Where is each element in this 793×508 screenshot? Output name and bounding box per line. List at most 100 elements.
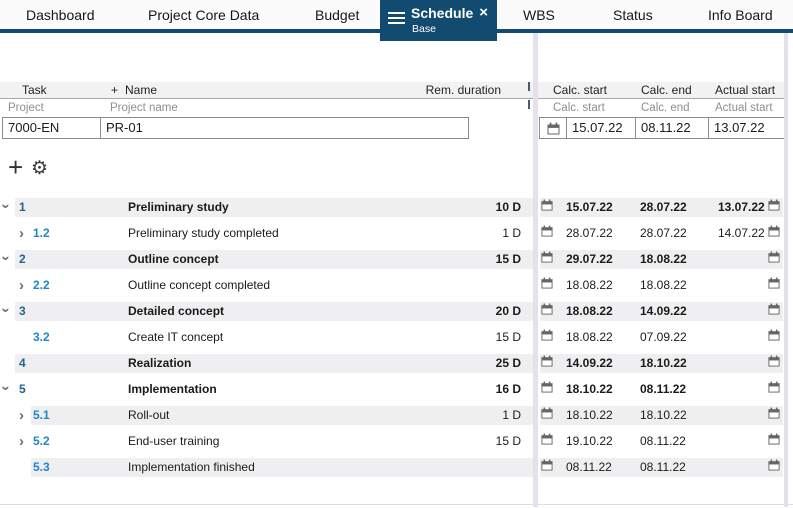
task-row[interactable]: 5.3 Implementation finished 08.11.22 08.… (0, 458, 793, 484)
project-task-input[interactable]: 7000-EN (3, 118, 101, 138)
task-row[interactable]: 3.2 Create IT concept 15 D 18.08.22 07.0… (0, 328, 793, 354)
column-header-rem-duration[interactable]: Rem. duration (426, 82, 501, 99)
task-row[interactable]: › 1.2 Preliminary study completed 1 D 28… (0, 224, 793, 250)
task-rem-duration[interactable]: 1 D (502, 224, 521, 243)
task-calc-start[interactable]: 29.07.22 (566, 250, 613, 269)
tab-project-core-data[interactable]: Project Core Data (148, 7, 259, 23)
task-calc-end[interactable]: 08.11.22 (640, 432, 686, 451)
task-number[interactable]: 4 (19, 354, 26, 373)
task-calc-end[interactable]: 18.10.22 (640, 406, 687, 425)
task-calc-end[interactable]: 08.11.22 (640, 458, 686, 477)
pane-splitter[interactable] (533, 33, 538, 507)
task-calc-end[interactable]: 28.07.22 (640, 198, 687, 217)
chevron-down-icon[interactable]: › (0, 308, 15, 313)
close-icon[interactable]: × (479, 5, 488, 21)
task-name[interactable]: Implementation finished (128, 458, 255, 477)
calendar-icon[interactable] (768, 458, 780, 477)
column-header-name[interactable]: Name (125, 82, 157, 99)
gear-icon[interactable]: ⚙ (31, 159, 48, 179)
task-row[interactable]: › 1 Preliminary study 10 D 15.07.22 28.0… (0, 198, 793, 224)
task-calc-end[interactable]: 08.11.22 (640, 380, 686, 399)
task-row[interactable]: › 5 Implementation 16 D 18.10.22 08.11.2… (0, 380, 793, 406)
calendar-icon[interactable] (541, 328, 553, 347)
chevron-down-icon[interactable]: › (0, 256, 15, 261)
task-name[interactable]: Implementation (128, 380, 217, 399)
chevron-right-icon[interactable]: › (19, 224, 24, 243)
task-calc-start[interactable]: 18.08.22 (566, 276, 613, 295)
task-calc-start[interactable]: 18.08.22 (566, 328, 613, 347)
task-calc-start[interactable]: 18.10.22 (566, 406, 613, 425)
calendar-icon[interactable] (768, 406, 780, 425)
task-number[interactable]: 2.2 (33, 276, 50, 295)
calendar-icon[interactable] (541, 276, 553, 295)
calendar-icon[interactable] (768, 354, 780, 373)
task-calc-start[interactable]: 28.07.22 (566, 224, 613, 243)
task-number[interactable]: 3.2 (33, 328, 50, 347)
calendar-icon[interactable] (540, 118, 567, 138)
calendar-icon[interactable] (541, 198, 553, 217)
task-number[interactable]: 1 (19, 198, 26, 217)
calendar-icon[interactable] (541, 432, 553, 451)
task-calc-start[interactable]: 08.11.22 (566, 458, 612, 477)
task-name[interactable]: End-user training (128, 432, 219, 451)
task-name[interactable]: Roll-out (128, 406, 169, 425)
calendar-icon[interactable] (541, 302, 553, 321)
calendar-icon[interactable] (768, 224, 780, 243)
task-number[interactable]: 3 (19, 302, 26, 321)
calendar-icon[interactable] (541, 250, 553, 269)
task-name[interactable]: Outline concept completed (128, 276, 270, 295)
task-number[interactable]: 1.2 (33, 224, 50, 243)
task-row[interactable]: › 5.2 End-user training 15 D 19.10.22 08… (0, 432, 793, 458)
calendar-icon[interactable] (768, 302, 780, 321)
task-rem-duration[interactable]: 25 D (496, 354, 521, 373)
task-rem-duration[interactable]: 1 D (502, 406, 521, 425)
task-number[interactable]: 5.1 (33, 406, 50, 425)
task-actual-start[interactable]: 13.07.22 (718, 198, 765, 217)
task-name[interactable]: Detailed concept (128, 302, 224, 321)
right-pane-splitter[interactable] (784, 33, 788, 507)
task-row[interactable]: › 5.1 Roll-out 1 D 18.10.22 18.10.22 (0, 406, 793, 432)
task-name[interactable]: Create IT concept (128, 328, 223, 347)
task-number[interactable]: 5 (19, 380, 26, 399)
tab-budget[interactable]: Budget (315, 7, 359, 23)
tab-info-board[interactable]: Info Board (708, 7, 773, 23)
project-actual-start-input[interactable]: 13.07.22 (709, 118, 787, 138)
column-header-calc-start[interactable]: Calc. start (553, 82, 607, 99)
task-rem-duration[interactable]: 10 D (496, 198, 521, 217)
task-row[interactable]: › 3 Detailed concept 20 D 18.08.22 14.09… (0, 302, 793, 328)
task-actual-start[interactable]: 14.07.22 (718, 224, 765, 243)
chevron-down-icon[interactable]: › (0, 386, 15, 391)
calendar-icon[interactable] (541, 380, 553, 399)
task-calc-end[interactable]: 28.07.22 (640, 224, 687, 243)
task-calc-end[interactable]: 14.09.22 (640, 302, 687, 321)
hamburger-icon[interactable] (388, 12, 405, 24)
task-name[interactable]: Preliminary study completed (128, 224, 279, 243)
tab-dashboard[interactable]: Dashboard (26, 7, 95, 23)
project-calc-start-input[interactable]: 15.07.22 (567, 118, 636, 138)
column-header-task[interactable]: Task (22, 82, 47, 99)
task-name[interactable]: Preliminary study (128, 198, 229, 217)
project-calc-end-input[interactable]: 08.11.22 (636, 118, 709, 138)
task-rem-duration[interactable]: 15 D (496, 250, 521, 269)
calendar-icon[interactable] (768, 250, 780, 269)
task-calc-start[interactable]: 18.10.22 (566, 380, 613, 399)
task-row[interactable]: 4 Realization 25 D 14.09.22 18.10.22 (0, 354, 793, 380)
chevron-down-icon[interactable]: › (0, 204, 15, 209)
task-calc-start[interactable]: 18.08.22 (566, 302, 613, 321)
column-header-calc-end[interactable]: Calc. end (641, 82, 692, 99)
task-calc-start[interactable]: 15.07.22 (566, 198, 613, 217)
task-calc-start[interactable]: 19.10.22 (566, 432, 613, 451)
calendar-icon[interactable] (541, 224, 553, 243)
task-rem-duration[interactable]: 15 D (496, 328, 521, 347)
tab-schedule[interactable]: Schedule × Base (380, 0, 497, 41)
task-calc-end[interactable]: 18.10.22 (640, 354, 687, 373)
chevron-right-icon[interactable]: › (19, 276, 24, 295)
project-name-input[interactable]: PR-01 (101, 118, 468, 138)
tab-status[interactable]: Status (613, 7, 653, 23)
calendar-icon[interactable] (768, 198, 780, 217)
column-header-actual-start[interactable]: Actual start (715, 82, 775, 99)
calendar-icon[interactable] (541, 406, 553, 425)
task-calc-start[interactable]: 14.09.22 (566, 354, 613, 373)
task-rem-duration[interactable]: 15 D (496, 432, 521, 451)
task-number[interactable]: 5.3 (33, 458, 50, 477)
